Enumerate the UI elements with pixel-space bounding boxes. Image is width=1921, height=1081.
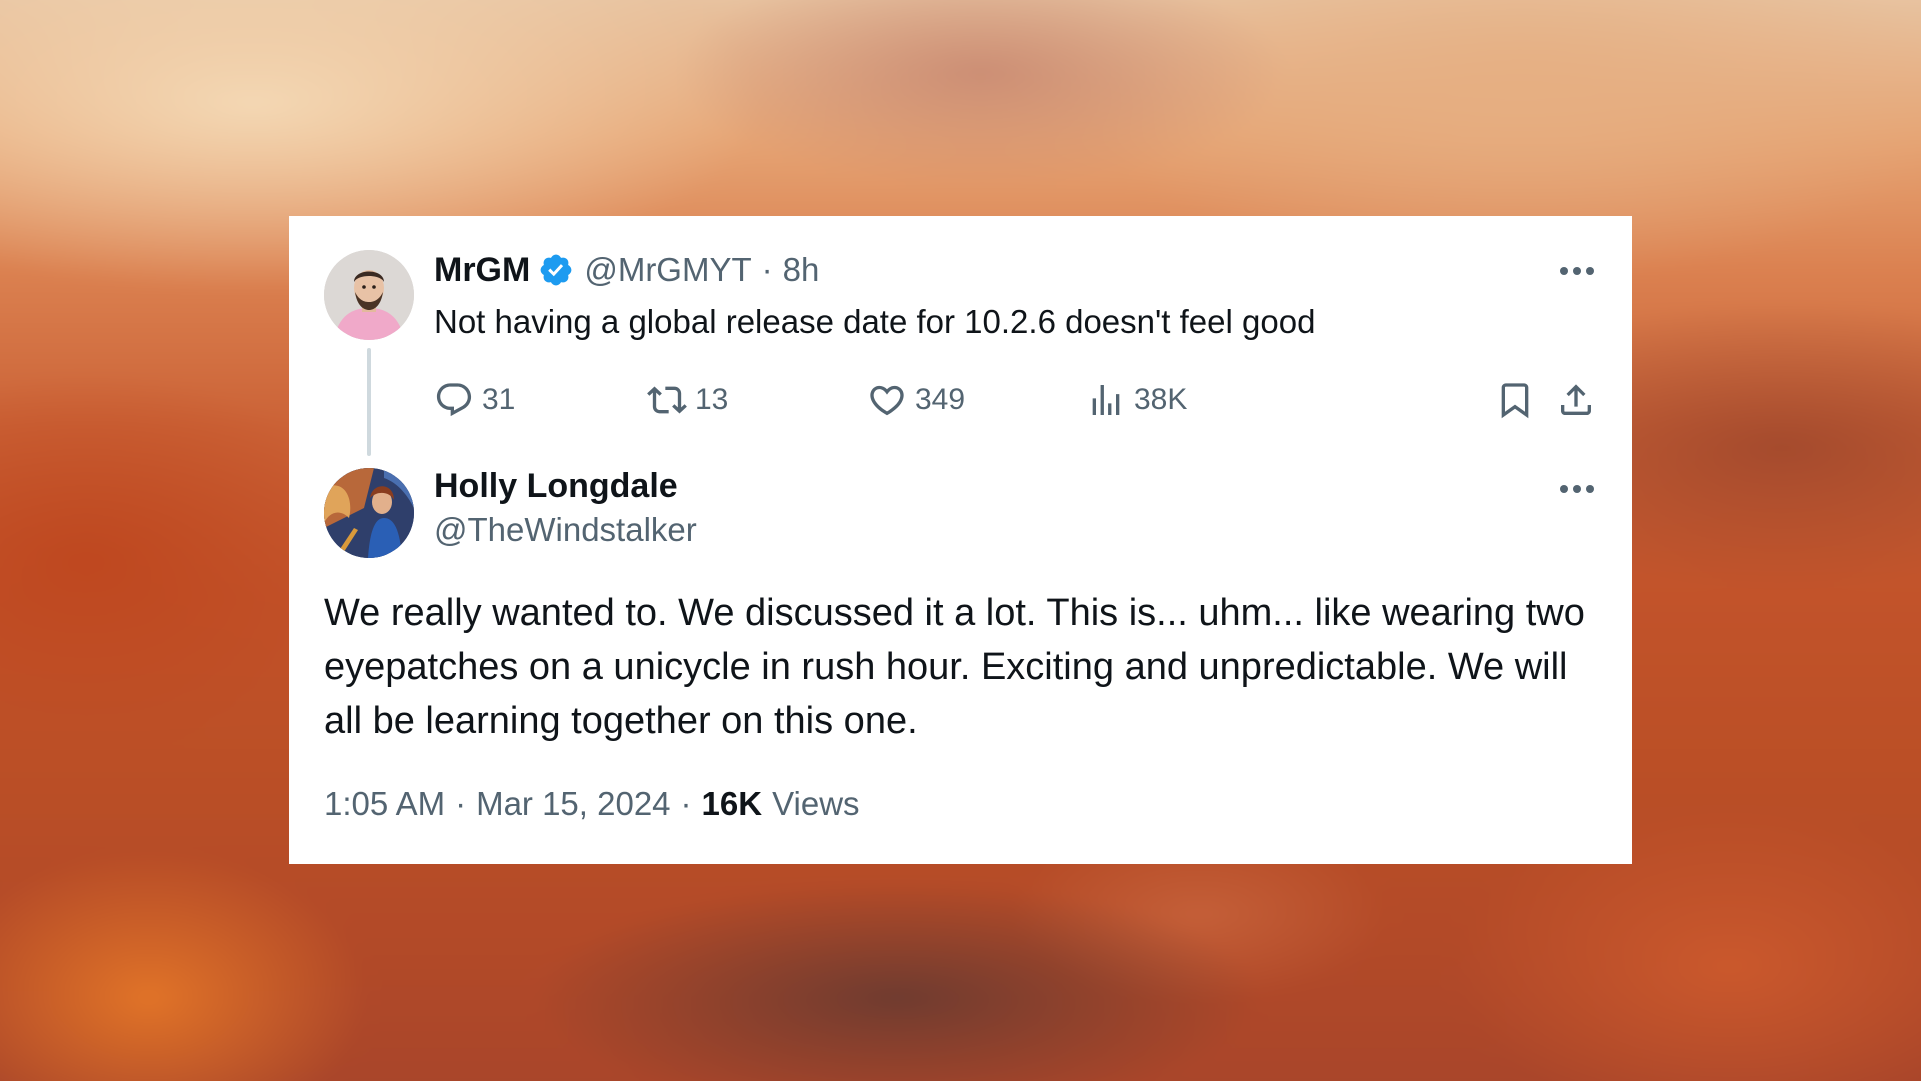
avatar-mrgm-image <box>324 250 414 340</box>
more-icon[interactable] <box>1557 469 1597 509</box>
reply-button[interactable]: 31 <box>434 372 515 428</box>
screenshot-scene: MrGM @MrGMYT · 8h Not having a global re… <box>0 0 1921 1081</box>
verified-badge-icon <box>538 252 574 288</box>
repost-icon <box>647 386 687 414</box>
avatar-holly-image <box>324 468 414 558</box>
bookmark-icon <box>1501 383 1529 419</box>
tweet-card: MrGM @MrGMYT · 8h Not having a global re… <box>289 216 1632 864</box>
reply-count: 31 <box>482 383 516 416</box>
parent-tweet-header: MrGM @MrGMYT · 8h <box>434 250 819 290</box>
reply-icon <box>436 383 472 417</box>
reply-date[interactable]: Mar 15, 2024 <box>476 782 670 826</box>
header-separator: · <box>761 251 773 288</box>
repost-button[interactable]: 13 <box>647 372 728 428</box>
avatar-mrgm[interactable] <box>324 250 414 340</box>
views-button[interactable]: 38K <box>1086 372 1187 428</box>
share-icon <box>1561 384 1591 415</box>
more-icon[interactable] <box>1557 251 1597 291</box>
views-chart-icon <box>1092 385 1120 415</box>
parent-tweet-actions: 31 13 349 38K <box>434 372 1604 428</box>
parent-tweet-text: Not having a global release date for 10.… <box>434 303 1316 340</box>
share-button[interactable] <box>1556 372 1604 428</box>
bookmark-button[interactable] <box>1495 372 1543 428</box>
reply-time[interactable]: 1:05 AM <box>324 782 445 826</box>
views-total: 16K <box>701 785 763 822</box>
like-count: 349 <box>915 383 966 416</box>
views-count: 38K <box>1134 383 1188 416</box>
heart-icon <box>870 385 904 416</box>
views-label: Views <box>772 785 860 822</box>
reply-tweet-text: We really wanted to. We discussed it a l… <box>324 592 1585 742</box>
reply-tweet-meta: 1:05 AM · Mar 15, 2024 · 16K Views <box>324 782 860 826</box>
meta-separator-2: · <box>680 785 692 822</box>
parent-time-ago[interactable]: 8h <box>783 250 820 290</box>
avatar-holly-longdale[interactable] <box>324 468 414 558</box>
thread-connector-line <box>367 348 371 456</box>
parent-display-name[interactable]: MrGM <box>434 250 530 290</box>
reply-handle[interactable]: @TheWindstalker <box>434 510 697 550</box>
meta-separator: · <box>455 785 467 822</box>
like-button[interactable]: 349 <box>867 372 965 428</box>
reply-display-name[interactable]: Holly Longdale <box>434 466 678 506</box>
repost-count: 13 <box>695 383 729 416</box>
parent-handle[interactable]: @MrGMYT <box>584 250 751 290</box>
